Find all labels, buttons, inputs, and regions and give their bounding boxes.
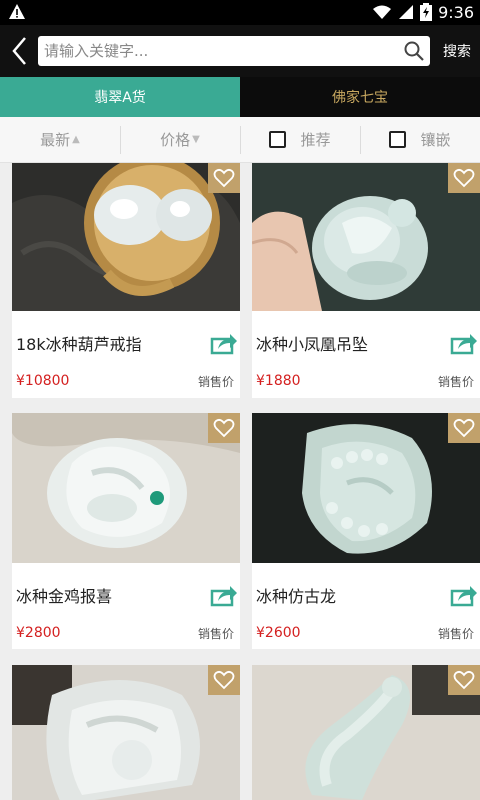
search-bar [38, 36, 430, 66]
heart-icon [453, 168, 475, 188]
product-image[interactable] [12, 665, 240, 800]
heart-icon [453, 670, 475, 690]
heart-icon [453, 418, 475, 438]
filter-bar: 最新 ▲ 价格 ▼ 推荐 镶嵌 [0, 117, 480, 163]
filter-newest[interactable]: 最新 ▲ [0, 117, 120, 162]
favorite-button[interactable] [208, 413, 240, 443]
tab-buddhist-treasures[interactable]: 佛家七宝 [240, 77, 480, 117]
heart-icon [213, 670, 235, 690]
heart-icon [213, 168, 235, 188]
recommend-checkbox[interactable] [269, 131, 287, 148]
product-image[interactable] [252, 413, 480, 563]
filter-inlay-label: 镶嵌 [420, 131, 451, 149]
product-title[interactable]: 冰种仿古龙 [256, 583, 336, 607]
warning-icon [9, 4, 25, 19]
clock: 9:36 [438, 2, 474, 22]
product-title[interactable]: 冰种金鸡报喜 [16, 583, 112, 607]
top-bar: 搜索 [0, 25, 480, 77]
product-price: ¥2600 [256, 625, 301, 641]
price-label: 销售价 [437, 375, 474, 389]
product-card[interactable]: 18k冰种葫芦戒指 ¥10800 销售价 [12, 163, 240, 398]
product-card[interactable]: 冰种仿古龙 ¥2600 销售价 [252, 413, 480, 649]
share-icon[interactable] [210, 583, 238, 607]
filter-inlay[interactable]: 镶嵌 [360, 117, 480, 162]
product-price: ¥1880 [256, 373, 301, 389]
product-title[interactable]: 冰种小凤凰吊坠 [256, 331, 368, 355]
product-card[interactable]: 冰种小凤凰吊坠 ¥1880 销售价 [252, 163, 480, 398]
search-button[interactable]: 搜索 [438, 36, 476, 66]
product-card[interactable]: 冰种金鸡报喜 ¥2800 销售价 [12, 413, 240, 649]
sort-up-icon: ▲ [72, 134, 80, 145]
filter-recommend[interactable]: 推荐 [240, 117, 360, 162]
status-bar: 9:36 [0, 0, 480, 25]
favorite-button[interactable] [208, 163, 240, 193]
filter-price-label: 价格 [160, 131, 191, 149]
battery-icon [420, 3, 433, 21]
search-input[interactable] [38, 37, 400, 65]
wifi-icon [373, 5, 392, 19]
product-card[interactable] [252, 665, 480, 800]
filter-price[interactable]: 价格 ▼ [120, 117, 240, 162]
search-icon[interactable] [400, 37, 428, 65]
product-title[interactable]: 18k冰种葫芦戒指 [16, 331, 142, 355]
product-image[interactable] [252, 665, 480, 800]
heart-icon [213, 418, 235, 438]
signal-icon [399, 5, 414, 19]
price-label: 销售价 [437, 627, 474, 641]
share-icon[interactable] [210, 331, 238, 355]
product-image[interactable] [252, 163, 480, 311]
product-image[interactable] [12, 163, 240, 311]
filter-newest-label: 最新 [40, 131, 71, 149]
product-price: ¥10800 [16, 373, 70, 389]
favorite-button[interactable] [208, 665, 240, 695]
back-arrow-icon[interactable] [8, 35, 32, 67]
product-price: ¥2800 [16, 625, 61, 641]
price-label: 销售价 [197, 375, 234, 389]
favorite-button[interactable] [448, 413, 480, 443]
sort-down-icon: ▼ [192, 134, 200, 145]
favorite-button[interactable] [448, 163, 480, 193]
inlay-checkbox[interactable] [389, 131, 407, 148]
share-icon[interactable] [450, 583, 478, 607]
favorite-button[interactable] [448, 665, 480, 695]
product-card[interactable] [12, 665, 240, 800]
share-icon[interactable] [450, 331, 478, 355]
filter-recommend-label: 推荐 [300, 131, 331, 149]
price-label: 销售价 [197, 627, 234, 641]
product-image[interactable] [12, 413, 240, 563]
product-grid: 18k冰种葫芦戒指 ¥10800 销售价 冰种小凤凰吊坠 ¥1880 销售价 冰… [0, 163, 480, 800]
category-tabs: 翡翠A货 佛家七宝 [0, 77, 480, 117]
tab-jade-a[interactable]: 翡翠A货 [0, 77, 240, 117]
